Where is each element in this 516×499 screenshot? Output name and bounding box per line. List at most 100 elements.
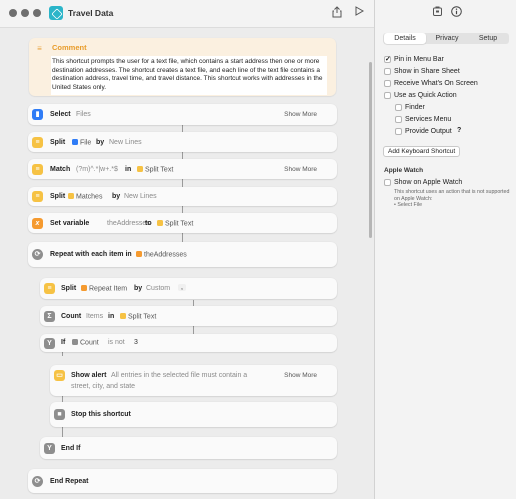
share-sheet-label: Show in Share Sheet bbox=[394, 68, 460, 75]
text-icon: ≡ bbox=[32, 137, 43, 148]
sidebar-tabs: Details Privacy Setup bbox=[383, 33, 509, 44]
quick-action-checkbox[interactable] bbox=[384, 92, 391, 99]
token-label: Split Text bbox=[128, 313, 157, 321]
if-action[interactable]: Y If Count is not 3 bbox=[40, 334, 337, 352]
count-token[interactable]: Count bbox=[72, 339, 99, 347]
comment-action[interactable]: ≡ Comment This shortcut prompts the user… bbox=[29, 38, 336, 96]
split-text-token[interactable]: Split Text bbox=[137, 166, 173, 174]
to-label: to bbox=[145, 220, 152, 227]
share-icon[interactable] bbox=[330, 6, 344, 20]
info-icon[interactable] bbox=[449, 6, 463, 20]
zoom-window-button[interactable] bbox=[33, 9, 41, 17]
file-variable-token[interactable]: File bbox=[72, 139, 91, 147]
text-icon: ≡ bbox=[32, 191, 43, 202]
match-text-action[interactable]: ≡ Match (?m)^.*|w+.*$ in Split Text Show… bbox=[28, 159, 337, 179]
regex-pattern[interactable]: (?m)^.*|w+.*$ bbox=[76, 166, 118, 173]
select-files-action[interactable]: ▮ Select Files Show More bbox=[28, 104, 337, 125]
action-label: End Repeat bbox=[50, 478, 89, 485]
matches-token[interactable]: Matches bbox=[68, 193, 102, 201]
token-label: Split Text bbox=[165, 220, 194, 228]
action-label: Repeat with each item in bbox=[50, 251, 132, 258]
variable-icon: x bbox=[32, 218, 43, 229]
branch-icon: Y bbox=[44, 443, 55, 454]
file-chip-icon bbox=[72, 139, 78, 145]
comment-text[interactable]: This shortcut prompts the user for a tex… bbox=[51, 56, 327, 95]
pin-menu-bar-checkbox[interactable] bbox=[384, 55, 391, 63]
variable-chip-icon bbox=[81, 285, 87, 291]
custom-separator-field[interactable]: , bbox=[178, 284, 186, 291]
action-label: Select bbox=[50, 111, 71, 118]
run-play-icon[interactable] bbox=[352, 6, 366, 20]
set-variable-action[interactable]: x Set variable theAddresses to Split Tex… bbox=[28, 213, 337, 233]
pin-menu-bar-label: Pin in Menu Bar bbox=[394, 56, 444, 63]
alert-message-line2[interactable]: street, city, and state bbox=[71, 383, 135, 390]
separator-param[interactable]: New Lines bbox=[124, 193, 157, 200]
details-sidebar: Details Privacy Setup Pin in Menu Bar Sh… bbox=[374, 0, 516, 499]
window-title: Travel Data bbox=[68, 8, 114, 18]
condition-param[interactable]: is not bbox=[108, 339, 125, 346]
repeat-each-action[interactable]: ⟳ Repeat with each item in theAddresses bbox=[28, 242, 337, 267]
token-label: Repeat Item bbox=[89, 285, 128, 293]
separator-param[interactable]: Custom bbox=[146, 285, 170, 292]
count-action[interactable]: Σ Count Items in Split Text bbox=[40, 306, 337, 326]
file-icon: ▮ bbox=[32, 109, 43, 120]
receive-screen-label: Receive What's On Screen bbox=[394, 80, 478, 87]
add-keyboard-shortcut-button[interactable]: Add Keyboard Shortcut bbox=[383, 146, 461, 157]
split-text-action[interactable]: ≡ Split File by New Lines bbox=[28, 132, 337, 152]
show-more-button[interactable]: Show More bbox=[284, 372, 317, 379]
apple-watch-label: Show on Apple Watch bbox=[394, 179, 463, 186]
action-label: Count bbox=[61, 313, 82, 320]
action-label: Stop this shortcut bbox=[71, 411, 131, 418]
split-repeat-item-action[interactable]: ≡ Split Repeat Item by Custom , bbox=[40, 278, 337, 299]
separator-param[interactable]: New Lines bbox=[109, 139, 142, 146]
text-icon: ≡ bbox=[32, 164, 43, 175]
action-label: Split bbox=[50, 139, 66, 146]
stop-shortcut-action[interactable]: ■ Stop this shortcut bbox=[50, 402, 337, 427]
flow-connector bbox=[182, 206, 183, 213]
tab-details[interactable]: Details bbox=[384, 33, 426, 44]
action-label: Split bbox=[61, 285, 77, 292]
apple-watch-heading: Apple Watch bbox=[384, 167, 424, 174]
condition-value[interactable]: 3 bbox=[134, 339, 138, 346]
flow-connector bbox=[62, 427, 63, 437]
end-repeat-action[interactable]: ⟳ End Repeat bbox=[28, 469, 337, 493]
comment-icon: ≡ bbox=[37, 44, 42, 53]
editor-scrollbar[interactable] bbox=[369, 62, 372, 238]
end-if-action[interactable]: Y End If bbox=[40, 437, 337, 459]
variable-chip-icon bbox=[136, 251, 142, 257]
count-param[interactable]: Items bbox=[86, 313, 103, 320]
addresses-token[interactable]: theAddresses bbox=[136, 251, 187, 259]
share-sheet-checkbox[interactable] bbox=[384, 68, 391, 75]
provide-output-checkbox[interactable] bbox=[395, 128, 402, 135]
split-text-token[interactable]: Split Text bbox=[120, 313, 156, 321]
action-label: End If bbox=[61, 445, 81, 452]
apple-watch-checkbox[interactable] bbox=[384, 179, 391, 186]
tab-setup[interactable]: Setup bbox=[468, 33, 508, 44]
shortcut-icon[interactable] bbox=[49, 6, 63, 20]
minimize-window-button[interactable] bbox=[21, 9, 29, 17]
finder-checkbox[interactable] bbox=[395, 104, 402, 111]
alert-message[interactable]: All entries in the selected file must co… bbox=[111, 372, 247, 379]
show-more-button[interactable]: Show More bbox=[284, 111, 317, 118]
split-text-token[interactable]: Split Text bbox=[157, 220, 193, 228]
receive-screen-checkbox[interactable] bbox=[384, 80, 391, 87]
show-alert-action[interactable]: ▭ Show alert All entries in the selected… bbox=[50, 365, 337, 396]
select-param[interactable]: Files bbox=[76, 111, 91, 118]
hint-item: • Select File bbox=[394, 202, 423, 208]
stop-icon: ■ bbox=[54, 409, 65, 420]
text-icon: ≡ bbox=[44, 283, 55, 294]
repeat-item-token[interactable]: Repeat Item bbox=[81, 285, 127, 293]
repeat-icon: ⟳ bbox=[32, 476, 43, 487]
comment-title: Comment bbox=[52, 43, 87, 52]
flow-connector bbox=[182, 233, 183, 242]
help-icon[interactable]: ? bbox=[457, 127, 461, 134]
library-icon[interactable] bbox=[430, 6, 444, 20]
shortcut-editor[interactable]: ≡ Comment This shortcut prompts the user… bbox=[0, 29, 374, 499]
variable-name[interactable]: theAddresses bbox=[107, 220, 150, 227]
shortcuts-window: Travel Data ≡ Comment This shortcut prom… bbox=[0, 0, 516, 499]
services-menu-checkbox[interactable] bbox=[395, 116, 402, 123]
split-matches-action[interactable]: ≡ Split Matches by New Lines bbox=[28, 187, 337, 206]
close-window-button[interactable] bbox=[9, 9, 17, 17]
show-more-button[interactable]: Show More bbox=[284, 166, 317, 173]
tab-privacy[interactable]: Privacy bbox=[427, 33, 467, 44]
